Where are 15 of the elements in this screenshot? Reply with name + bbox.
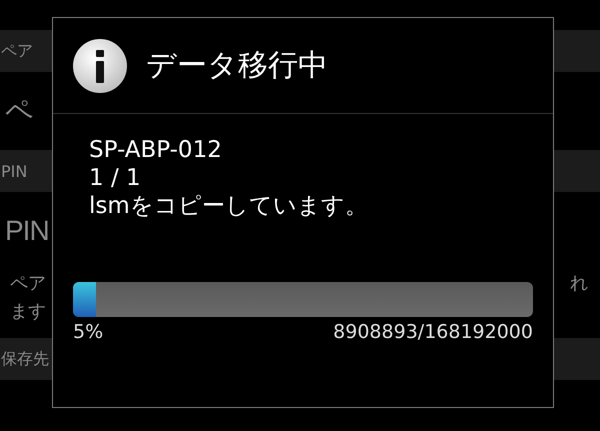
section-header: ペア — [1, 40, 33, 62]
setting-description: れ — [570, 272, 588, 296]
percent-label: 5% — [73, 321, 104, 343]
message-text: SP-ABP-012 — [89, 137, 222, 163]
section-header: 保存先 — [1, 348, 49, 370]
message-text: lsmをコピーしています。 — [89, 193, 368, 219]
byte-count: 8908893/168192000 — [333, 321, 533, 343]
section-header: PIN — [1, 162, 28, 180]
dialog-title: データ移行中 — [146, 47, 328, 85]
setting-title: ペ — [5, 94, 33, 128]
info-icon — [72, 38, 128, 94]
message-text: 1 / 1 — [89, 165, 141, 191]
setting-description: ます — [10, 300, 46, 324]
setting-title: PIN — [5, 215, 49, 247]
setting-description: ペア — [10, 272, 46, 296]
